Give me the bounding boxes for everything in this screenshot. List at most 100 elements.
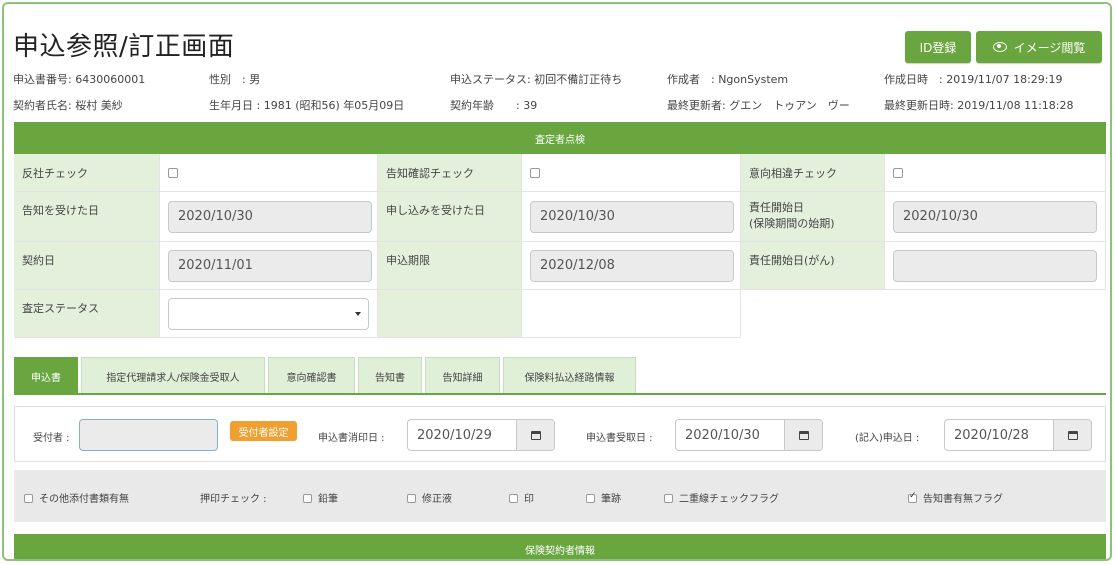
updated-at: 最終更新日時: 2019/11/08 11:18:28 xyxy=(884,99,1074,112)
notice-doc-check[interactable]: 告知書有無フラグ xyxy=(908,490,1003,505)
assessor-section-header: 査定者点検 xyxy=(14,122,1106,154)
image-view-label: イメージ閲覧 xyxy=(1013,40,1086,55)
notice-confirm-checkbox[interactable] xyxy=(530,167,540,178)
eye-icon xyxy=(992,42,1007,52)
filled-date-label: (記入)申込日 : xyxy=(855,433,920,444)
set-receiver-button[interactable]: 受付者設定 xyxy=(230,421,297,441)
signature-label: 筆跡 xyxy=(601,494,621,505)
correction-fluid-label: 修正液 xyxy=(422,494,452,505)
application-received-date-label: 申し込みを受けた日 xyxy=(378,192,522,242)
receiver-input[interactable] xyxy=(79,419,218,451)
intent-mismatch-check-cell xyxy=(885,154,1106,192)
application-number: 申込書番号: 6430060001 xyxy=(13,73,146,86)
application-deadline-field[interactable]: 2020/12/08 xyxy=(530,249,734,282)
notice-confirm-check-label: 告知確認チェック xyxy=(378,154,522,192)
contractor-name: 契約者氏名: 桜村 美紗 xyxy=(13,99,123,112)
application-deadline-label: 申込期限 xyxy=(378,242,522,290)
calendar-icon xyxy=(530,430,541,440)
id-register-label: ID登録 xyxy=(919,40,957,55)
notice-confirm-check-cell xyxy=(522,154,741,192)
assessment-status-label: 査定ステータス xyxy=(14,290,160,338)
calendar-icon xyxy=(1067,430,1078,440)
filled-date-picker[interactable]: 2020/10/28 xyxy=(944,419,1092,451)
calendar-icon xyxy=(798,430,809,440)
filled-date-calendar-button[interactable] xyxy=(1053,420,1091,450)
tab-notice-detail[interactable]: 告知詳細 xyxy=(425,357,500,394)
created-at: 作成日時 : 2019/11/07 18:29:19 xyxy=(884,73,1063,86)
notice-received-date-field[interactable]: 2020/10/30 xyxy=(168,200,372,233)
application-form-panel: 受付者 : 受付者設定 申込書消印日 : 2020/10/29 申込書受取日 :… xyxy=(14,406,1106,462)
antisocial-check-cell xyxy=(160,154,378,192)
received-date-picker[interactable]: 2020/10/30 xyxy=(675,419,823,451)
stamp-date-calendar-button[interactable] xyxy=(516,420,554,450)
application-received-date-field[interactable]: 2020/10/30 xyxy=(530,200,734,233)
double-line-check[interactable]: 二重線チェックフラグ xyxy=(664,490,779,505)
liability-start-cancer-cell xyxy=(885,242,1106,290)
contract-age: 契約年齢 : 39 xyxy=(450,99,538,112)
application-deadline-cell: 2020/12/08 xyxy=(522,242,741,290)
intent-mismatch-check-label: 意向相違チェック xyxy=(741,154,885,192)
tab-designated-agent[interactable]: 指定代理請求人/保険金受取人 xyxy=(81,357,265,394)
image-view-button[interactable]: イメージ閲覧 xyxy=(976,31,1102,63)
tab-notice-document[interactable]: 告知書 xyxy=(358,357,422,394)
stamp-date-picker[interactable]: 2020/10/29 xyxy=(407,419,555,451)
liability-start-cell: 2020/10/30 xyxy=(885,192,1106,242)
liability-start-label: 責任開始日 (保険期間の始期) xyxy=(741,192,885,242)
notice-received-date-cell: 2020/10/30 xyxy=(160,192,378,242)
checkbox-checked[interactable] xyxy=(908,491,917,503)
tab-underline xyxy=(14,393,1106,395)
other-docs-label: その他添付書類有無 xyxy=(39,494,129,505)
birthdate: 生年月日 : 1981 (昭和56) 年05月09日 xyxy=(209,99,405,112)
checkbox[interactable] xyxy=(586,494,595,503)
tab-intent-confirmation[interactable]: 意向確認書 xyxy=(268,357,355,394)
signature-check[interactable]: 筆跡 xyxy=(586,490,621,505)
antisocial-checkbox[interactable] xyxy=(168,167,178,178)
liability-start-cancer-label: 責任開始日(がん) xyxy=(741,242,885,290)
received-date-calendar-button[interactable] xyxy=(784,420,822,450)
empty-label-cell xyxy=(378,290,522,338)
assessment-status-cell xyxy=(160,290,378,338)
document-check-row: その他添付書類有無 押印チェック : 鉛筆 修正液 印 筆跡 二重線チェックフラ… xyxy=(14,470,1106,522)
seal-label: 印 xyxy=(524,494,534,505)
antisocial-check-label: 反社チェック xyxy=(14,154,160,192)
received-date-label: 申込書受取日 : xyxy=(586,433,653,444)
application-received-date-cell: 2020/10/30 xyxy=(522,192,741,242)
tab-payment-route[interactable]: 保険料払込経路情報 xyxy=(503,357,636,394)
other-docs-check[interactable]: その他添付書類有無 xyxy=(24,490,129,505)
assessment-status-select[interactable] xyxy=(168,297,369,330)
last-updater: 最終更新者: グエン トゥアン ヴー xyxy=(667,99,850,112)
notice-received-date-label: 告知を受けた日 xyxy=(14,192,160,242)
seal-check-label: 押印チェック : xyxy=(200,494,267,505)
stamp-date-label: 申込書消印日 : xyxy=(318,433,385,444)
pencil-check[interactable]: 鉛筆 xyxy=(303,490,338,505)
liability-start-cancer-field[interactable] xyxy=(893,249,1097,282)
filled-date-value[interactable]: 2020/10/28 xyxy=(945,420,1053,450)
checkbox[interactable] xyxy=(24,494,33,503)
pencil-label: 鉛筆 xyxy=(318,494,338,505)
checkbox[interactable] xyxy=(664,494,673,503)
receiver-label: 受付者 : xyxy=(33,433,70,444)
double-line-label: 二重線チェックフラグ xyxy=(679,494,779,505)
policyholder-section-header: 保険契約者情報 xyxy=(14,534,1106,559)
liability-start-field[interactable]: 2020/10/30 xyxy=(893,200,1097,233)
application-status: 申込ステータス: 初回不備訂正待ち xyxy=(450,73,623,86)
notice-doc-label: 告知書有無フラグ xyxy=(923,494,1003,505)
checkbox[interactable] xyxy=(509,494,518,503)
creator: 作成者 : NgonSystem xyxy=(667,73,789,86)
contract-date-cell: 2020/11/01 xyxy=(160,242,378,290)
stamp-date-value[interactable]: 2020/10/29 xyxy=(408,420,516,450)
contract-date-field[interactable]: 2020/11/01 xyxy=(168,249,372,282)
contract-date-label: 契約日 xyxy=(14,242,160,290)
gender: 性別 : 男 xyxy=(209,73,261,86)
checkbox[interactable] xyxy=(303,494,312,503)
id-register-button[interactable]: ID登録 xyxy=(905,31,971,63)
intent-mismatch-checkbox[interactable] xyxy=(893,167,903,178)
tab-application[interactable]: 申込書 xyxy=(14,357,78,394)
checkbox[interactable] xyxy=(407,494,416,503)
correction-fluid-check[interactable]: 修正液 xyxy=(407,490,452,505)
received-date-value[interactable]: 2020/10/30 xyxy=(676,420,784,450)
seal-check[interactable]: 印 xyxy=(509,490,534,505)
page-title: 申込参照/訂正画面 xyxy=(13,32,235,62)
app-frame: 申込参照/訂正画面 ID登録 イメージ閲覧 申込書番号: 6430060001 … xyxy=(2,2,1112,561)
empty-value-cell xyxy=(522,290,741,338)
